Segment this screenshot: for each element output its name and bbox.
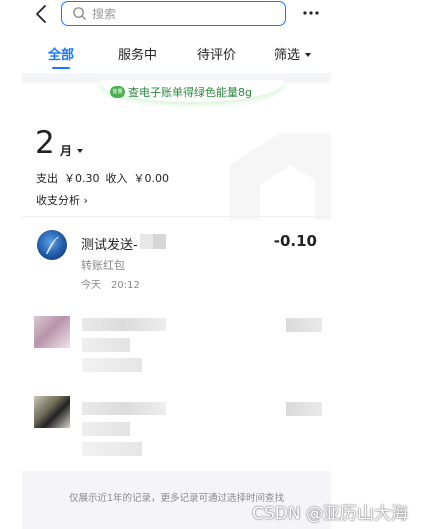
avatar <box>34 396 70 428</box>
redacted-title <box>82 318 166 331</box>
analysis-label: 收支分析 <box>36 194 80 207</box>
watermark: CSDN @亚历山大海 <box>252 504 408 524</box>
redacted-amount <box>286 318 322 332</box>
redacted-mosaic <box>140 234 166 249</box>
tab-to-review[interactable]: 待评价 <box>197 44 236 63</box>
redacted-title <box>82 402 166 415</box>
month-unit-label: 月 <box>60 144 73 158</box>
chevron-down-icon <box>77 149 84 153</box>
month-unit: 月 <box>60 142 84 159</box>
tab-in-service[interactable]: 服务中 <box>118 44 157 63</box>
transaction-row[interactable]: 测试发送- -0.10 转账红包 今天 20:12 <box>22 222 331 297</box>
blurred-transaction-row[interactable] <box>22 392 331 467</box>
month-summary: 支出 ￥0.30 收入 ￥0.00 <box>36 170 175 186</box>
redacted-subtitle <box>82 422 130 436</box>
banner-text: 查电子账单得绿色能量8g <box>128 86 252 99</box>
divider <box>22 216 331 217</box>
tab-filter[interactable]: 筛选 <box>274 44 312 63</box>
feather-icon <box>46 236 59 255</box>
transaction-clock: 20:12 <box>111 280 140 291</box>
energy-banner[interactable]: 能量 查电子账单得绿色能量8g <box>100 80 284 102</box>
active-tab-indicator <box>52 67 70 69</box>
blurred-transaction-row[interactable] <box>22 308 331 383</box>
transaction-time: 今天 20:12 <box>81 276 150 291</box>
search-input[interactable] <box>92 4 277 23</box>
search-box[interactable] <box>61 1 286 26</box>
avatar <box>34 316 70 348</box>
redacted-time <box>82 442 142 456</box>
back-button[interactable] <box>32 4 52 24</box>
expense-label: 支出 <box>36 172 58 185</box>
redacted-amount <box>286 402 322 416</box>
redacted-subtitle <box>82 338 130 352</box>
expense-value: ￥0.30 <box>64 172 100 185</box>
avatar <box>37 230 67 260</box>
chevron-right-icon: › <box>83 194 88 207</box>
search-icon <box>73 7 86 20</box>
month-number: 2 <box>35 125 55 161</box>
transaction-type: 转账红包 <box>81 259 125 272</box>
redacted-time <box>82 358 142 372</box>
transaction-day: 今天 <box>81 280 101 291</box>
transaction-amount: -0.10 <box>273 232 317 250</box>
more-dots-icon[interactable] <box>300 2 322 22</box>
income-label: 收入 <box>105 172 128 185</box>
filter-tabs: 全部 服务中 待评价 筛选 <box>22 40 331 70</box>
tab-filter-label: 筛选 <box>274 48 301 63</box>
analysis-link[interactable]: 收支分析 › <box>36 192 88 208</box>
income-value: ￥0.00 <box>133 172 170 185</box>
transaction-title: 测试发送- <box>81 238 138 253</box>
chevron-down-icon <box>305 53 312 57</box>
energy-badge-icon: 能量 <box>110 86 125 98</box>
tab-all[interactable]: 全部 <box>48 44 74 63</box>
background-decoration <box>230 133 331 220</box>
top-bar <box>0 0 422 30</box>
